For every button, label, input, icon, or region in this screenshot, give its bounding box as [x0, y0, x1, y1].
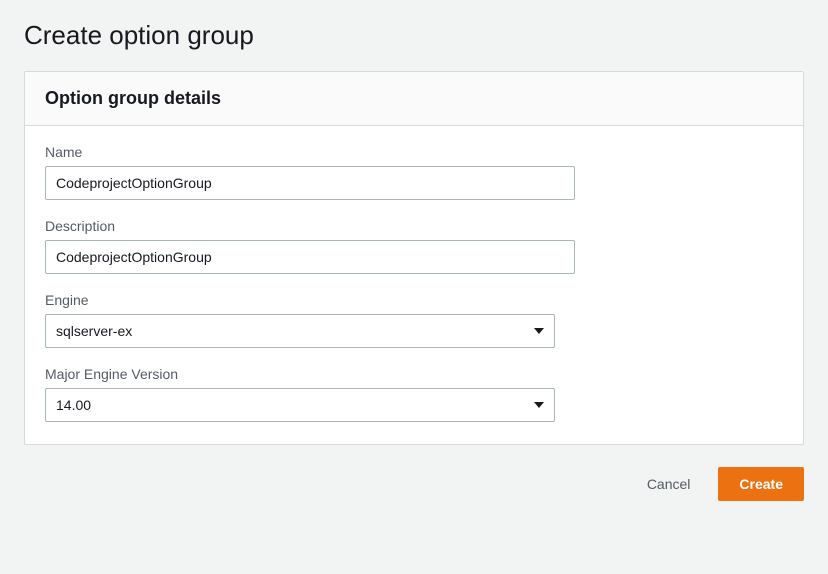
cancel-button[interactable]: Cancel	[637, 468, 701, 500]
page-title: Create option group	[24, 20, 804, 51]
major-engine-version-label: Major Engine Version	[45, 366, 783, 382]
description-input[interactable]	[45, 240, 575, 274]
major-engine-version-field: Major Engine Version 14.00	[45, 366, 783, 422]
description-field: Description	[45, 218, 783, 274]
engine-select[interactable]: sqlserver-ex	[45, 314, 555, 348]
chevron-down-icon	[534, 328, 544, 334]
engine-field: Engine sqlserver-ex	[45, 292, 783, 348]
major-engine-version-select[interactable]: 14.00	[45, 388, 555, 422]
panel-body: Name Description Engine sqlserver-ex Maj…	[25, 126, 803, 444]
engine-select-value: sqlserver-ex	[56, 323, 132, 339]
engine-label: Engine	[45, 292, 783, 308]
option-group-panel: Option group details Name Description En…	[24, 71, 804, 445]
name-input[interactable]	[45, 166, 575, 200]
name-label: Name	[45, 144, 783, 160]
panel-title: Option group details	[45, 88, 783, 109]
panel-header: Option group details	[25, 72, 803, 126]
button-row: Cancel Create	[24, 467, 804, 501]
major-engine-version-select-value: 14.00	[56, 397, 91, 413]
chevron-down-icon	[534, 402, 544, 408]
create-button[interactable]: Create	[718, 467, 804, 501]
description-label: Description	[45, 218, 783, 234]
name-field: Name	[45, 144, 783, 200]
